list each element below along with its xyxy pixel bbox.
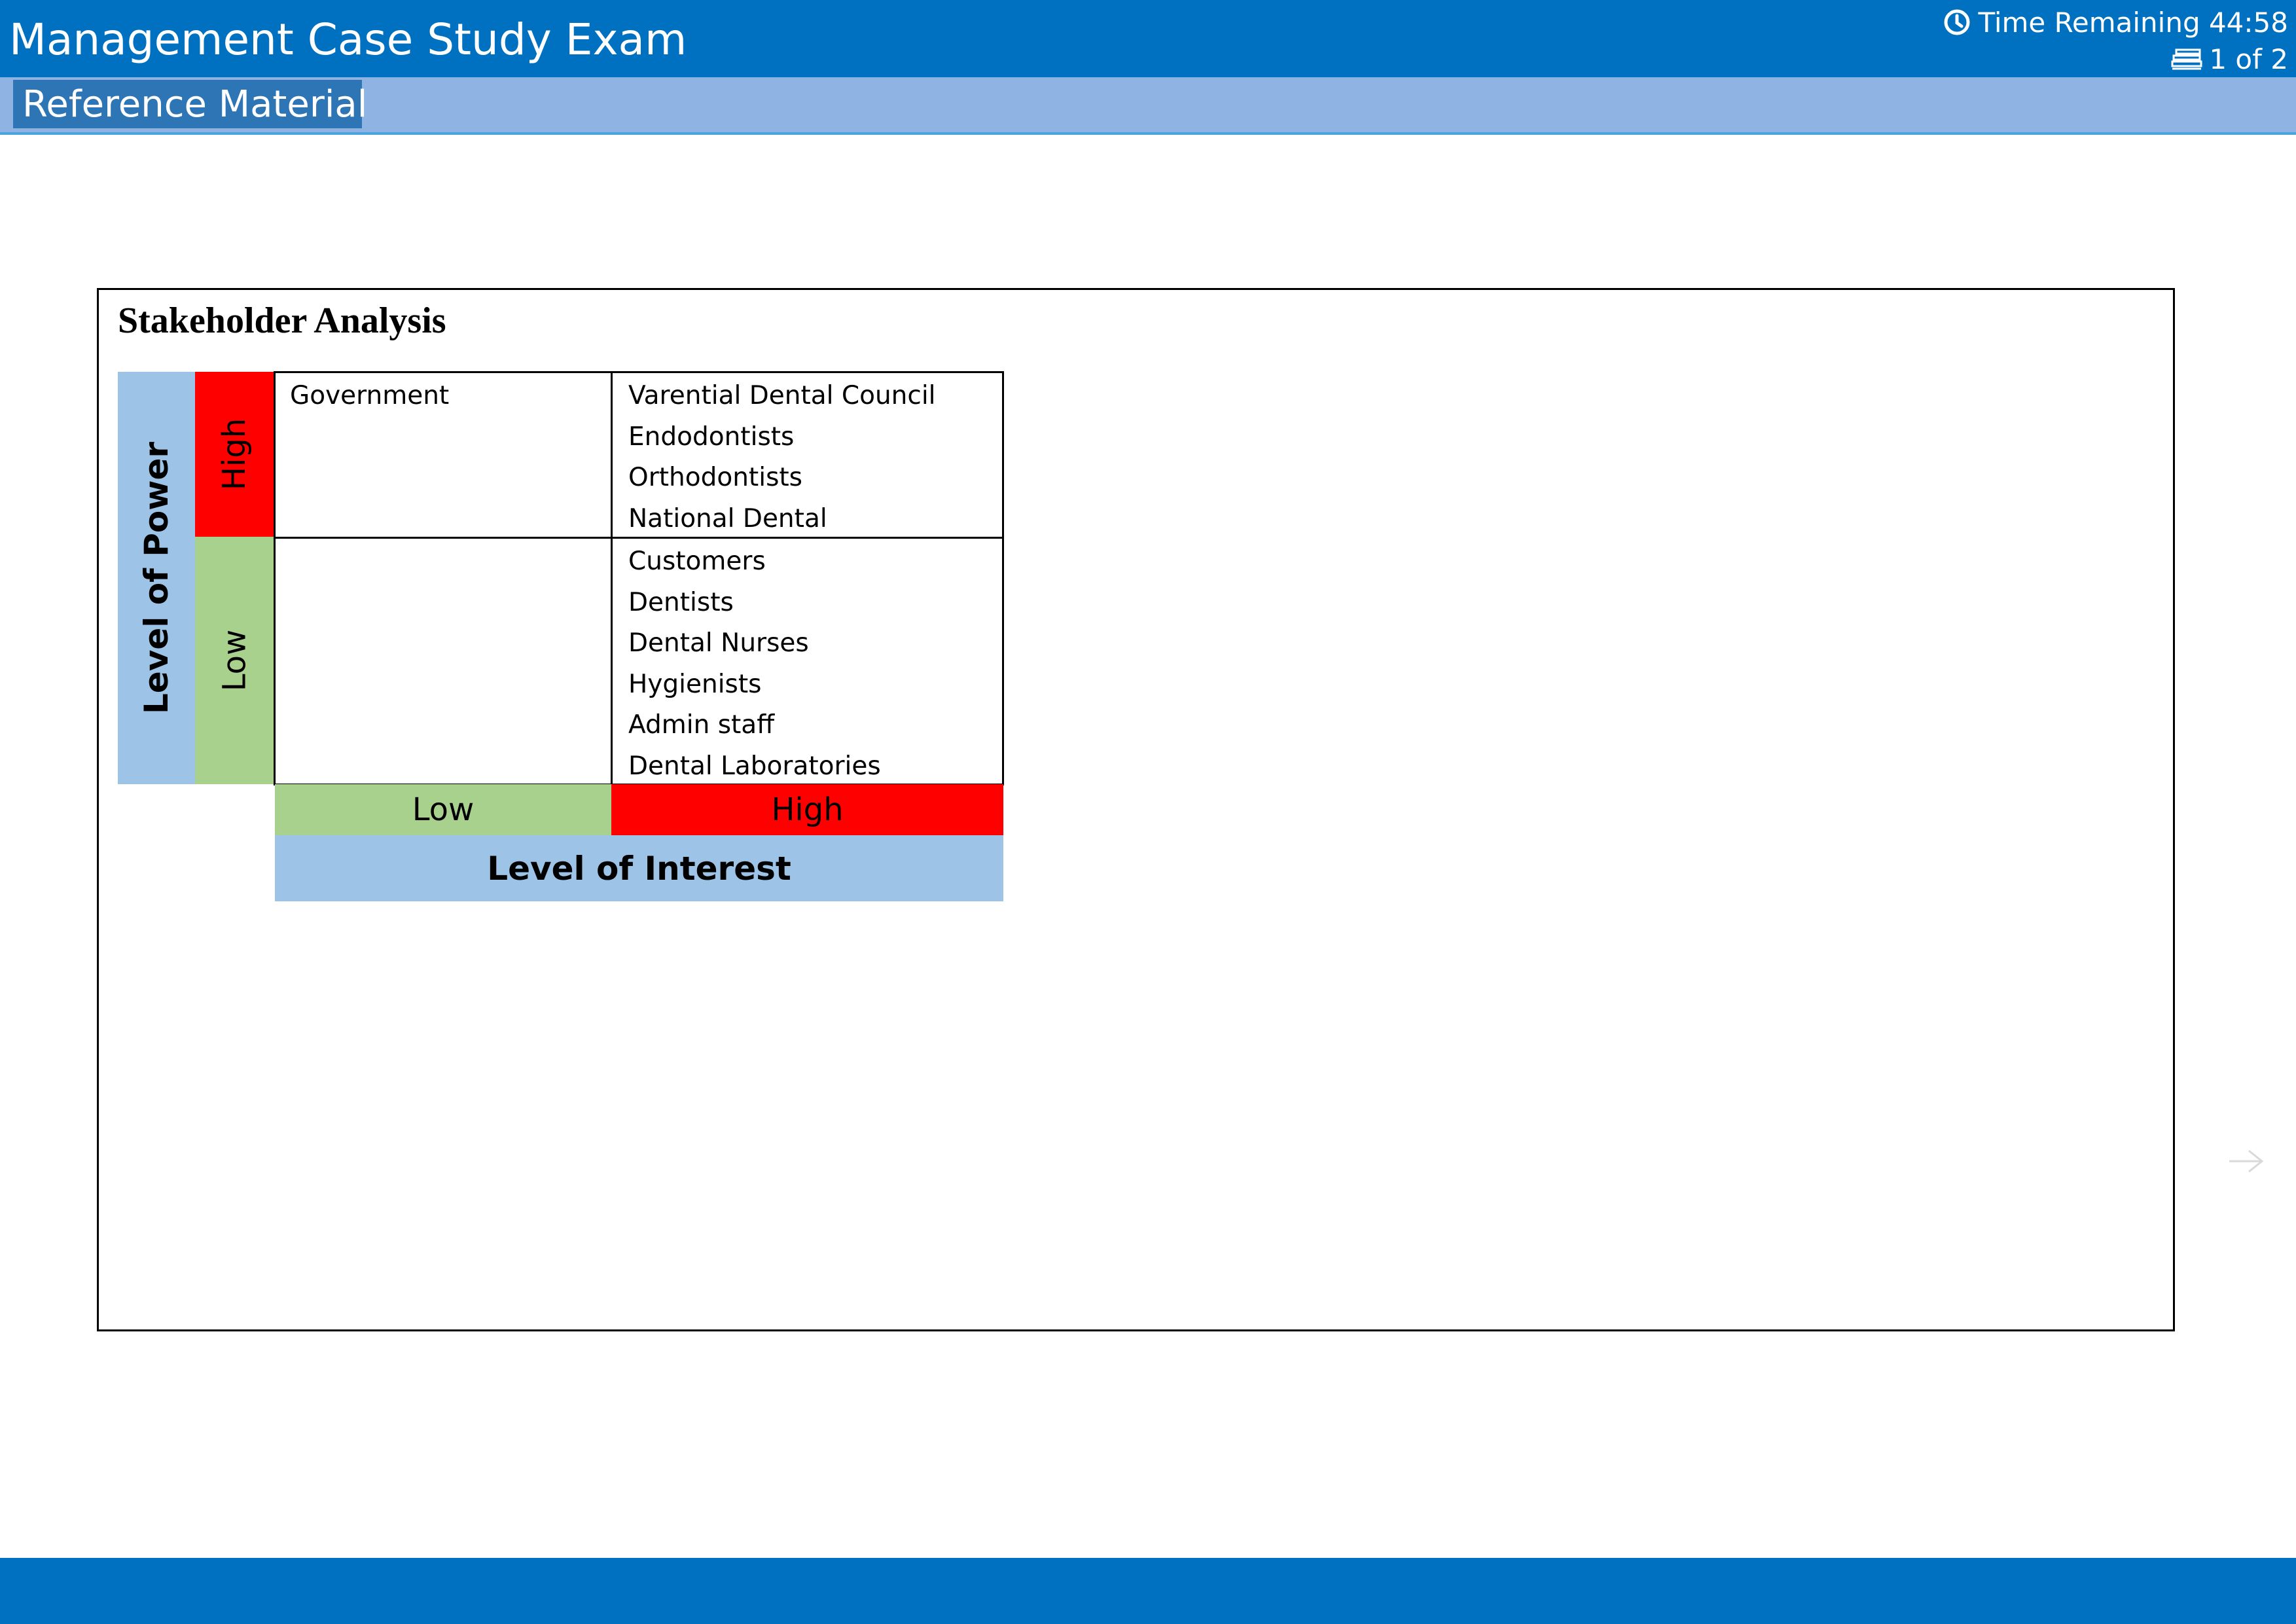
arrow-right-icon[interactable] <box>2227 1147 2266 1176</box>
time-remaining: Time Remaining 44:58 <box>1943 4 2288 41</box>
interest-low-label: Low <box>275 784 611 835</box>
stakeholder-item: National Dental <box>628 503 827 533</box>
stakeholder-item: Endodontists <box>628 422 795 452</box>
stakeholder-item: Hygienists <box>628 669 762 699</box>
page-indicator: 1 of 2 <box>2171 42 2288 76</box>
quadrant-low-power-low-interest <box>274 537 613 785</box>
clock-icon <box>1944 9 1970 35</box>
power-low-label: Low <box>195 537 274 784</box>
stakeholder-item: Varential Dental Council <box>628 381 936 410</box>
tab-reference-material[interactable]: Reference Material <box>13 80 367 128</box>
power-high-text: High <box>215 418 253 491</box>
power-axis-label: Level of Power <box>118 372 195 784</box>
stakeholder-item: Government <box>290 381 450 410</box>
stakeholder-item: Dental Nurses <box>628 628 809 658</box>
exam-title: Management Case Study Exam <box>9 14 687 65</box>
quadrant-high-power-low-interest: Government <box>274 371 613 539</box>
tab-bar: Reference Material <box>0 77 2296 135</box>
quadrant-high-power-high-interest: Varential Dental Council Endodontists Or… <box>611 371 1004 539</box>
page-stack-icon <box>2171 48 2202 70</box>
stakeholder-item: Admin staff <box>628 710 775 740</box>
interest-high-label: High <box>611 784 1003 835</box>
footer-bar <box>0 1558 2296 1624</box>
quadrant-low-power-high-interest: Customers Dentists Dental Nurses Hygieni… <box>611 537 1004 785</box>
stakeholder-item: Customers <box>628 547 766 576</box>
power-high-label: High <box>195 372 274 537</box>
panel-title: Stakeholder Analysis <box>118 300 446 341</box>
interest-axis-label: Level of Interest <box>275 835 1003 901</box>
power-axis-text: Level of Power <box>137 441 175 715</box>
stakeholder-item: Orthodontists <box>628 463 802 492</box>
time-remaining-label: Time Remaining 44:58 <box>1978 6 2288 39</box>
title-bar: Management Case Study Exam Time Remainin… <box>0 0 2296 77</box>
power-low-text: Low <box>216 629 253 692</box>
stakeholder-item: Dentists <box>628 587 734 617</box>
page-indicator-label: 1 of 2 <box>2209 43 2288 75</box>
stakeholder-item: Dental Laboratories <box>628 751 881 781</box>
